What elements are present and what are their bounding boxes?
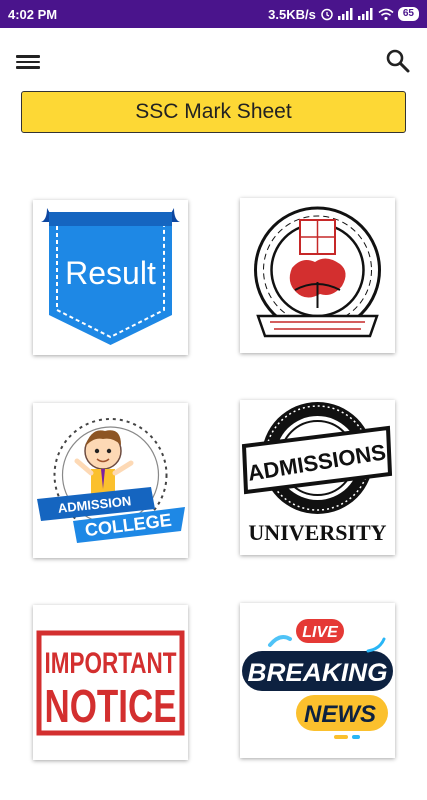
status-time: 4:02 PM bbox=[8, 6, 58, 22]
status-bar: 4:02 PM 3.5KB/s 65 bbox=[0, 0, 427, 28]
live-badge-label: LIVE bbox=[302, 624, 339, 641]
battery-icon: 65 bbox=[397, 7, 419, 21]
admissions-university-tile[interactable]: ADMISSIONS UNIVERSITY bbox=[240, 400, 395, 555]
page-title: SSC Mark Sheet bbox=[135, 100, 292, 123]
signal-icon bbox=[357, 8, 373, 20]
admissions-university-icon: ADMISSIONS UNIVERSITY bbox=[241, 402, 393, 545]
education-board-tile[interactable] bbox=[240, 198, 395, 353]
important-notice-tile[interactable]: IMPORTANT NOTICE bbox=[33, 605, 188, 760]
result-tile[interactable]: Result bbox=[33, 200, 188, 355]
hamburger-menu-icon[interactable] bbox=[16, 52, 40, 72]
admission-college-tile[interactable]: ADMISSION COLLEGE bbox=[33, 403, 188, 558]
important-notice-icon: IMPORTANT NOTICE bbox=[36, 630, 185, 736]
notice-label: NOTICE bbox=[45, 680, 177, 732]
status-icons: 3.5KB/s 65 bbox=[268, 7, 419, 22]
wifi-icon bbox=[378, 8, 394, 20]
breaking-label: BREAKING bbox=[248, 659, 388, 687]
news-label: NEWS bbox=[304, 701, 376, 728]
network-speed: 3.5KB/s bbox=[268, 6, 316, 22]
alarm-icon bbox=[321, 8, 333, 21]
breaking-news-tile[interactable]: LIVE BREAKING NEWS bbox=[240, 603, 395, 758]
search-icon[interactable] bbox=[385, 48, 411, 74]
breaking-news-icon: LIVE BREAKING NEWS bbox=[242, 619, 393, 739]
result-label: Result bbox=[65, 255, 156, 291]
signal-icon bbox=[337, 8, 353, 20]
education-board-logo-icon bbox=[254, 206, 381, 338]
important-label: IMPORTANT bbox=[45, 647, 177, 680]
page-title-button[interactable]: SSC Mark Sheet bbox=[21, 91, 406, 133]
university-label: UNIVERSITY bbox=[248, 520, 386, 545]
admission-college-icon: ADMISSION COLLEGE bbox=[37, 418, 185, 543]
result-ribbon-icon: Result bbox=[41, 208, 180, 345]
